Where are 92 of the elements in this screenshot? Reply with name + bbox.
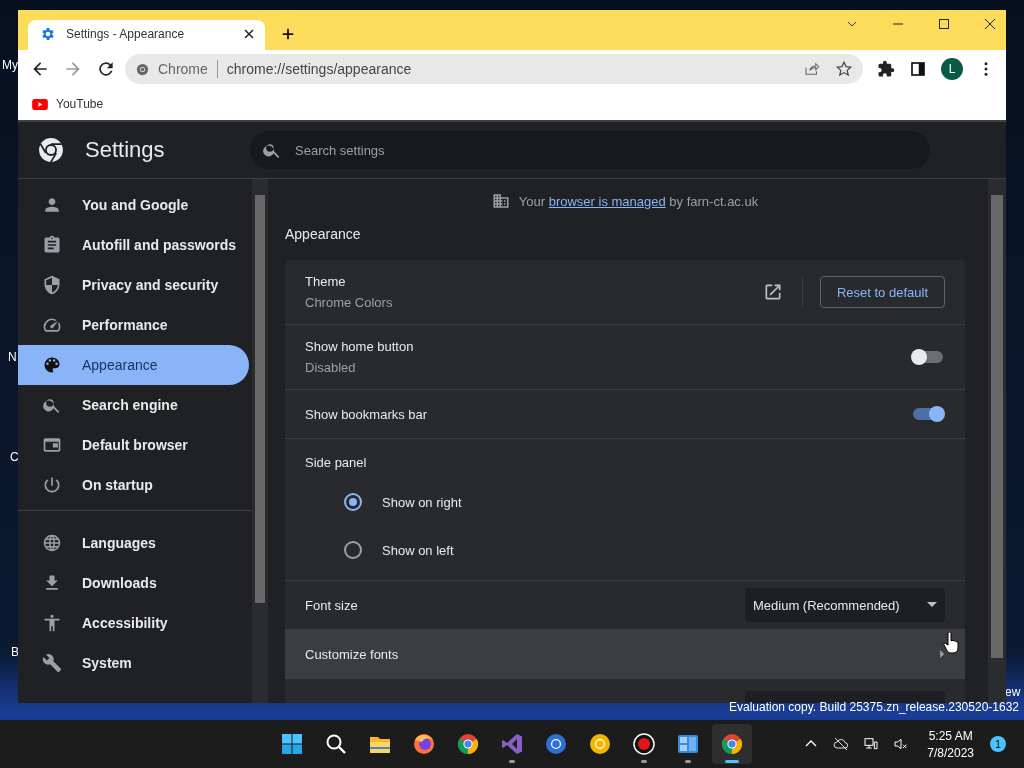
setting-title: Side panel bbox=[304, 454, 368, 472]
ribbon-logo-icon bbox=[500, 732, 524, 756]
sidebar-item[interactable]: Default browser bbox=[18, 425, 249, 465]
wrench-icon bbox=[42, 653, 62, 673]
date-text: 7/8/2023 bbox=[927, 745, 974, 760]
close-icon[interactable] bbox=[984, 18, 996, 30]
share-icon[interactable] bbox=[803, 60, 821, 78]
fox-browser-icon bbox=[412, 732, 436, 756]
reload-icon[interactable] bbox=[96, 59, 116, 79]
managed-link[interactable]: browser is managed bbox=[548, 193, 666, 209]
palette-icon bbox=[42, 355, 62, 375]
bookmark[interactable]: YouTube bbox=[32, 97, 104, 111]
chrome-icon bbox=[544, 732, 568, 756]
close-icon[interactable] bbox=[243, 28, 255, 40]
setting-title: Customize fonts bbox=[305, 646, 400, 662]
start-icon bbox=[280, 732, 304, 756]
side-panel-icon[interactable] bbox=[909, 60, 927, 78]
power-icon bbox=[42, 475, 62, 495]
building-icon bbox=[491, 192, 510, 210]
caret-icon bbox=[927, 602, 937, 608]
widgets-icon bbox=[676, 732, 700, 756]
setting-title: Show bookmarks bar bbox=[305, 406, 429, 422]
gear-icon bbox=[40, 26, 56, 42]
star-icon[interactable] bbox=[835, 60, 853, 78]
chrome-icon bbox=[456, 732, 480, 756]
desktop-icon-label: ew bbox=[1005, 685, 1021, 699]
chrome-logo-icon bbox=[135, 61, 150, 77]
address-bar[interactable]: Chrome chrome://settings/appearance bbox=[125, 54, 863, 84]
taskbar-app[interactable] bbox=[712, 724, 752, 764]
setting-value: Chrome Colors bbox=[305, 295, 394, 310]
reset-button[interactable]: Reset to default bbox=[819, 276, 945, 308]
sidebar-item[interactable]: Languages bbox=[18, 523, 249, 563]
gauge-icon bbox=[42, 315, 62, 335]
hand-cursor-icon bbox=[943, 632, 959, 654]
desktop-icon-label: C bbox=[10, 450, 19, 464]
search-icon bbox=[324, 732, 348, 756]
maximize-icon[interactable] bbox=[938, 18, 950, 30]
desktop-icon-label: B bbox=[11, 645, 19, 659]
toggle-switch[interactable] bbox=[913, 408, 943, 420]
sidebar-item[interactable]: Performance bbox=[18, 305, 249, 345]
play-logo-icon bbox=[32, 98, 48, 110]
chrome-icon bbox=[720, 732, 744, 756]
site-label: Chrome bbox=[158, 61, 208, 77]
puzzle-icon[interactable] bbox=[877, 60, 895, 78]
clipboard-icon bbox=[42, 235, 62, 255]
watermark-text: Evaluation copy. Build 25375.zn_release.230520-1632 bbox=[729, 700, 1019, 714]
setting-title: Theme bbox=[305, 274, 347, 289]
sidebar-item[interactable]: Search engine bbox=[18, 385, 249, 425]
settings-link-row[interactable]: Customize fonts bbox=[285, 630, 965, 679]
sidebar-item[interactable]: System bbox=[18, 643, 249, 683]
window-icon bbox=[42, 435, 62, 455]
page-title: Settings bbox=[85, 137, 166, 163]
record-icon bbox=[632, 732, 656, 756]
search-field[interactable]: Search settings bbox=[250, 131, 930, 169]
setting-title: Font size bbox=[305, 597, 359, 613]
profile-avatar[interactable]: L bbox=[941, 58, 963, 80]
globe-icon bbox=[42, 533, 62, 553]
setting-title: Show home button bbox=[305, 339, 415, 354]
radio-button[interactable] bbox=[344, 541, 362, 559]
desktop-icon-label: N bbox=[8, 350, 17, 364]
new-tab-icon[interactable] bbox=[281, 27, 295, 41]
scrollbar[interactable] bbox=[988, 179, 1006, 703]
browser-tab[interactable]: Settings - Appearance bbox=[28, 20, 265, 50]
cloud-off-icon[interactable] bbox=[833, 736, 850, 752]
sidebar-item[interactable]: On startup bbox=[18, 465, 249, 505]
sidebar-item[interactable]: You and Google bbox=[18, 185, 249, 225]
sidebar-item[interactable]: Accessibility bbox=[18, 603, 249, 643]
desktop-icon-label: My bbox=[2, 58, 18, 72]
sidebar-item[interactable]: Privacy and security bbox=[18, 265, 249, 305]
accessibility-icon bbox=[42, 613, 62, 633]
chrome-logo-icon bbox=[38, 137, 64, 163]
toggle-switch[interactable] bbox=[913, 351, 943, 363]
radio-label: Show on left bbox=[382, 542, 454, 558]
radio-button[interactable] bbox=[344, 493, 362, 511]
managed-notice: Your browser is managed by farn-ct.ac.uk bbox=[518, 193, 759, 209]
url-text: chrome://settings/appearance bbox=[226, 61, 413, 77]
chrome-icon bbox=[588, 732, 612, 756]
sidebar-item[interactable]: Autofill and passwords bbox=[18, 225, 249, 265]
shield-icon bbox=[42, 275, 62, 295]
font-size-dropdown[interactable]: Medium (Recommended) bbox=[745, 588, 945, 622]
time-text: 5:25 AM bbox=[928, 728, 973, 743]
chevron-right-icon bbox=[940, 650, 945, 658]
radio-label: Show on right bbox=[382, 494, 462, 510]
sidebar-item[interactable]: Downloads bbox=[18, 563, 249, 603]
speaker-muted-icon[interactable] bbox=[893, 736, 910, 752]
section-heading: Appearance bbox=[285, 226, 362, 242]
notification-badge[interactable]: 1 bbox=[990, 736, 1006, 752]
scrollbar[interactable] bbox=[252, 179, 268, 703]
clock[interactable]: 5:25 AM 7/8/2023 bbox=[927, 728, 974, 760]
sidebar-item[interactable]: Appearance bbox=[18, 345, 249, 385]
setting-value: Disabled bbox=[305, 360, 357, 375]
network-icon[interactable] bbox=[863, 736, 880, 752]
